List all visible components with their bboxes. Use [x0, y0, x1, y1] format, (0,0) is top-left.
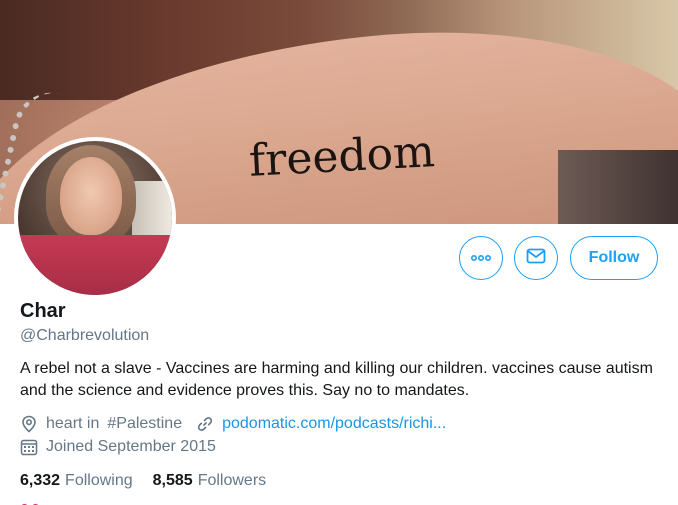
- followers-count: 8,585: [152, 472, 193, 489]
- profile-handle: @Charbrevolution: [20, 327, 150, 344]
- message-button[interactable]: [514, 236, 558, 280]
- link-icon: [196, 415, 214, 433]
- banner-tattoo-text: freedom: [247, 126, 436, 187]
- followers-label: Followers: [197, 472, 267, 489]
- followers-stat[interactable]: 8,585 Followers: [153, 472, 267, 490]
- avatar-face: [60, 157, 122, 235]
- more-dots-icon: [470, 249, 492, 267]
- profile-joined-row: Joined September 2015: [20, 438, 216, 456]
- joined-date: Joined September 2015: [46, 438, 216, 455]
- follow-stats: 6,332 Following 8,585 Followers: [20, 472, 286, 490]
- avatar-shirt: [18, 235, 172, 295]
- follow-button[interactable]: Follow: [570, 236, 658, 280]
- followed-by-avatars-partial: [20, 500, 54, 505]
- location-hashtag[interactable]: #Palestine: [107, 415, 182, 433]
- envelope-icon: [526, 248, 546, 269]
- avatar[interactable]: [14, 137, 176, 299]
- profile-name: Char: [20, 300, 66, 322]
- profile-bio: A rebel not a slave - Vaccines are harmi…: [20, 360, 653, 399]
- following-stat[interactable]: 6,332 Following: [20, 472, 133, 490]
- location-pin-icon: [20, 415, 38, 433]
- profile-url-link[interactable]: podomatic.com/podcasts/richi...: [222, 415, 446, 433]
- banner-corner: [558, 150, 678, 224]
- calendar-icon: [20, 438, 38, 456]
- location-prefix: heart in: [46, 415, 100, 432]
- more-options-button[interactable]: [459, 236, 503, 280]
- following-count: 6,332: [20, 472, 61, 489]
- following-label: Following: [65, 472, 133, 489]
- profile-meta-row: heart in #Palestine podomatic.com/podcas…: [20, 415, 446, 433]
- avatar-image: [18, 141, 172, 295]
